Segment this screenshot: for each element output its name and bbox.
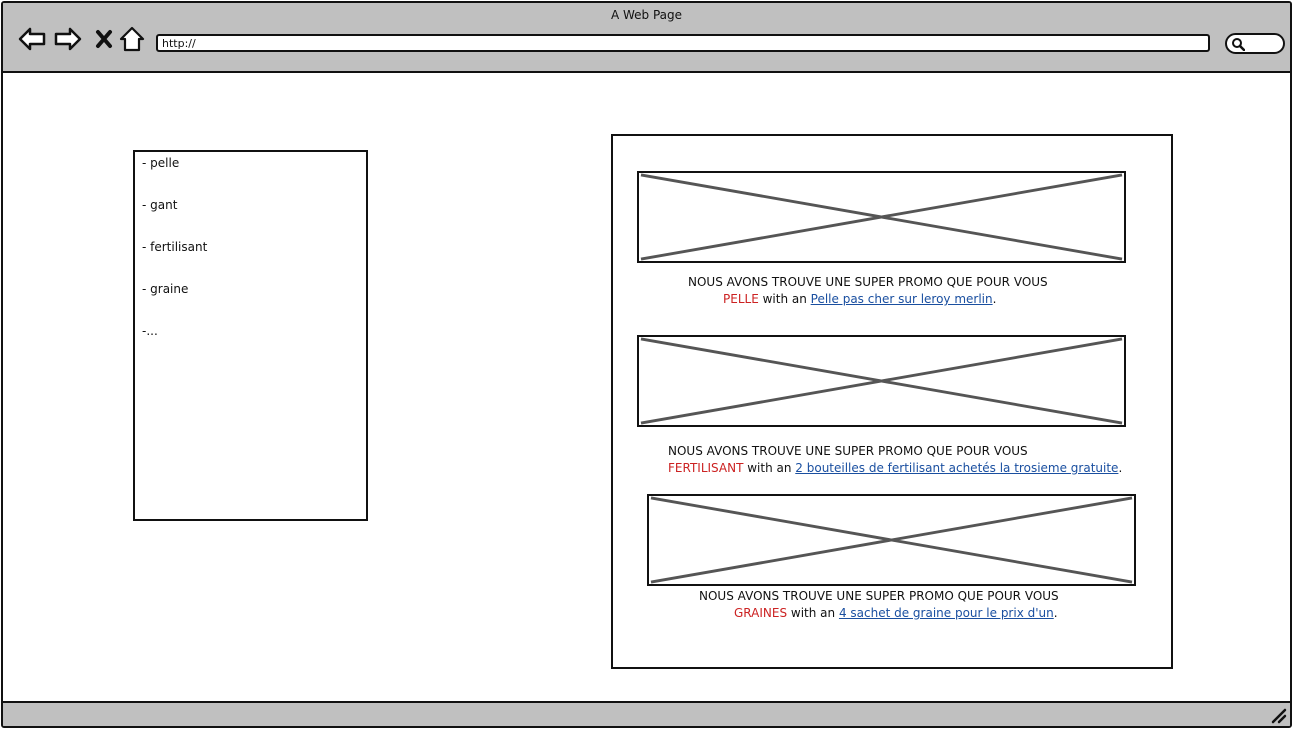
image-placeholder [637,335,1126,427]
category-list: - pelle - gant - fertilisant - graine -.… [133,150,368,521]
list-item[interactable]: -... [142,324,158,338]
window-title: A Web Page [610,8,683,22]
browser-toolbar: A Web Page http:// [3,3,1290,73]
promo-suffix: . [1053,606,1058,620]
search-icon [1232,38,1245,51]
status-bar [3,701,1290,726]
promo-connector: with an [787,606,839,620]
image-placeholder [647,494,1136,586]
promo-headline: NOUS AVONS TROUVE UNE SUPER PROMO QUE PO… [699,589,1059,603]
promo-keyword: GRAINES [734,606,788,620]
list-item[interactable]: - fertilisant [142,240,207,254]
promo-keyword: FERTILISANT [668,461,744,475]
list-item[interactable]: - pelle [142,156,179,170]
promo-suffix: . [1118,461,1123,475]
promo-text: NOUS AVONS TROUVE UNE SUPER PROMO QUE PO… [668,443,1122,477]
promo-suffix: . [992,292,997,306]
promo-text: NOUS AVONS TROUVE UNE SUPER PROMO QUE PO… [699,588,1059,622]
browser-window: A Web Page http:// - pelle - gant - fert… [1,1,1292,728]
list-item[interactable]: - gant [142,198,177,212]
promo-connector: with an [743,461,796,475]
promo-link[interactable]: 2 bouteilles de fertilisant achetés la t… [795,461,1118,475]
resize-grip-icon[interactable] [1269,706,1287,724]
address-bar[interactable]: http:// [156,34,1210,52]
promo-connector: with an [758,292,811,306]
search-button[interactable] [1225,33,1285,54]
promo-headline: NOUS AVONS TROUVE UNE SUPER PROMO QUE PO… [688,275,1048,289]
close-icon[interactable] [89,25,119,53]
promo-link[interactable]: Pelle pas cher sur leroy merlin [811,292,993,306]
promo-panel: NOUS AVONS TROUVE UNE SUPER PROMO QUE PO… [611,134,1173,669]
promo-keyword: PELLE [723,292,759,306]
back-arrow-icon[interactable] [17,25,47,53]
image-placeholder [637,171,1126,263]
promo-link[interactable]: 4 sachet de graine pour le prix d'un [839,606,1054,620]
home-icon[interactable] [117,25,147,53]
forward-arrow-icon[interactable] [53,25,83,53]
promo-headline: NOUS AVONS TROUVE UNE SUPER PROMO QUE PO… [668,444,1028,458]
list-item[interactable]: - graine [142,282,188,296]
address-value: http:// [162,37,196,50]
promo-text: NOUS AVONS TROUVE UNE SUPER PROMO QUE PO… [688,274,1048,308]
